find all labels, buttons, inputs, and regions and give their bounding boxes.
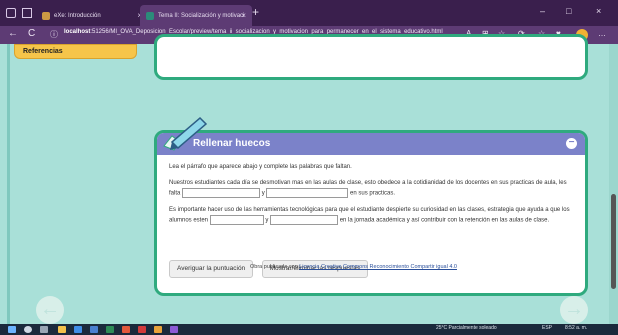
new-tab-button[interactable]: + <box>252 5 259 19</box>
close-tab-icon[interactable]: × <box>241 11 246 20</box>
back-button[interactable]: ← <box>8 28 18 39</box>
tab-exe-introduccion[interactable]: eXe: Introducción × <box>36 5 148 26</box>
paragraph-2: Es importante hacer uso de las herramien… <box>169 206 579 226</box>
tab-tema-ii[interactable]: Tema II: Socialización y motivaci × <box>140 5 252 26</box>
refresh-button[interactable]: C <box>28 28 35 39</box>
tab-strip: eXe: Introducción × Tema II: Socializaci… <box>0 0 618 26</box>
language-indicator[interactable]: ESP <box>542 325 552 331</box>
references-button[interactable]: Referencias <box>14 44 137 59</box>
more-menu-icon[interactable]: … <box>598 29 606 38</box>
left-scrollbar[interactable] <box>7 44 10 324</box>
clock[interactable]: 8:52 a. m. <box>565 325 587 331</box>
mail-icon[interactable] <box>90 326 98 333</box>
tab-actions-icon[interactable] <box>22 8 32 18</box>
weather-status[interactable]: 25°C Parcialmente soleado <box>436 325 497 331</box>
separator-text: y <box>261 190 265 197</box>
url-host: localhost <box>64 29 91 35</box>
separator-text: y <box>265 217 269 224</box>
office-icon[interactable] <box>122 326 130 333</box>
tab-title: eXe: Introducción <box>54 12 101 19</box>
file-explorer-icon[interactable] <box>58 326 66 333</box>
task-view-icon[interactable] <box>40 326 48 333</box>
previous-page-button[interactable]: ← <box>36 296 64 324</box>
chrome-icon[interactable] <box>154 326 162 333</box>
footer-prefix: Obra publicada con <box>250 264 298 270</box>
paragraph-1-end: en sus practicas. <box>350 190 396 197</box>
site-info-icon[interactable]: ⓘ <box>50 29 58 40</box>
search-icon[interactable] <box>24 326 32 333</box>
card-header: Rellenar huecos − <box>157 133 585 155</box>
previous-activity-card <box>154 34 588 80</box>
pencil-icon <box>163 116 208 151</box>
blank-input-2[interactable] <box>266 188 349 198</box>
blank-input-4[interactable] <box>270 214 339 225</box>
scrollbar-thumb[interactable] <box>611 194 616 289</box>
activity-body: Lea el párrafo que aparece abajo y compl… <box>169 163 579 232</box>
fill-blanks-card: Rellenar huecos − Lea el párrafo que apa… <box>154 130 588 296</box>
instruction-text: Lea el párrafo que aparece abajo y compl… <box>169 164 352 170</box>
tab-title: Tema II: Socialización y motivaci <box>158 12 245 19</box>
license-footer: Obra publicada con Licencia Creative Com… <box>250 264 457 270</box>
exe-learning-icon[interactable] <box>170 326 178 333</box>
close-window-button[interactable]: × <box>596 6 601 16</box>
maximize-button[interactable]: □ <box>566 6 571 16</box>
edge-icon[interactable] <box>74 326 82 333</box>
check-score-button[interactable]: Averiguar la puntuación <box>169 260 254 278</box>
next-page-button[interactable]: → <box>560 296 588 324</box>
page-favicon-icon <box>146 11 154 20</box>
blank-input-1[interactable] <box>182 188 261 198</box>
page-scrollbar[interactable] <box>609 44 618 324</box>
collapse-icon[interactable]: − <box>566 138 577 149</box>
app-icon[interactable] <box>106 326 114 333</box>
taskbar: 25°C Parcialmente soleado ESP 8:52 a. m. <box>0 324 618 335</box>
start-icon[interactable] <box>8 326 16 333</box>
minimize-button[interactable]: – <box>540 6 545 16</box>
license-link[interactable]: Licencia Creative Commons Reconocimiento… <box>299 264 457 270</box>
paragraph-2-end: en la jornada académica y así contribuir… <box>339 217 550 224</box>
paragraph-1: Nuestros estudiantes cada día se desmoti… <box>169 179 579 199</box>
workspaces-icon[interactable] <box>6 8 16 18</box>
page-content: Referencias Rellenar huecos − Lea el pár… <box>0 34 618 324</box>
blank-input-3[interactable] <box>209 214 264 225</box>
exe-favicon-icon <box>42 11 50 20</box>
app-icon[interactable] <box>138 326 146 333</box>
